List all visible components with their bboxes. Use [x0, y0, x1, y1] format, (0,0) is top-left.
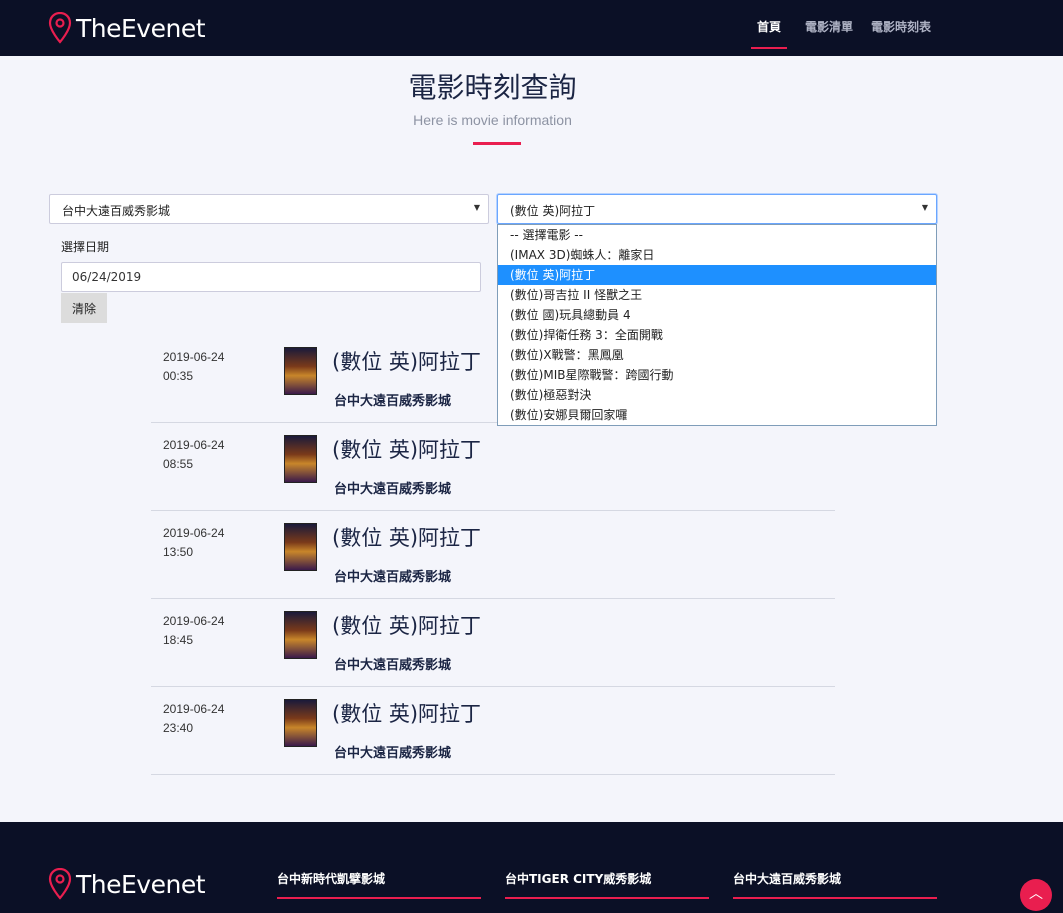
movie-option[interactable]: (IMAX 3D)蜘蛛人：離家日 [498, 245, 936, 265]
movie-option[interactable]: (數位 國)玩具總動員 4 [498, 305, 936, 325]
movie-title[interactable]: (數位 英)阿拉丁 [332, 346, 481, 376]
showtime-datetime: 2019-06-24 08:55 [163, 438, 225, 471]
theater-select-value: 台中大遠百威秀影城 [62, 204, 171, 218]
movie-poster[interactable] [284, 523, 317, 571]
movie-option[interactable]: -- 選擇電影 -- [498, 225, 936, 245]
movie-poster[interactable] [284, 435, 317, 483]
brand-logo[interactable]: TheEvenet [48, 12, 206, 44]
movie-option[interactable]: (數位)安娜貝爾回家囉 [498, 405, 936, 425]
back-to-top-button[interactable]: ︿ [1020, 879, 1052, 911]
date-input[interactable]: 06/24/2019 [61, 262, 481, 292]
showtime-datetime: 2019-06-24 18:45 [163, 614, 225, 647]
movie-option[interactable]: (數位)哥吉拉 II 怪獸之王 [498, 285, 936, 305]
dropdown-arrow-icon: ▼ [921, 203, 928, 212]
movie-option-selected[interactable]: (數位 英)阿拉丁 [498, 265, 936, 285]
footer: TheEvenet 台中新時代凱擘影城 台中TIGER CITY威秀影城 台中大… [0, 822, 1063, 913]
chevron-up-icon: ︿ [1029, 886, 1043, 902]
date-label: 選擇日期 [61, 240, 110, 254]
footer-column-heading: 台中大遠百威秀影城 [733, 870, 937, 899]
movie-poster[interactable] [284, 611, 317, 659]
theater-select[interactable]: 台中大遠百威秀影城 ▼ [49, 194, 489, 224]
showtime-row[interactable]: 2019-06-24 08:55 (數位 英)阿拉丁 台中大遠百威秀影城 [151, 423, 835, 511]
showtime-row[interactable]: 2019-06-24 18:45 (數位 英)阿拉丁 台中大遠百威秀影城 [151, 599, 835, 687]
page-subtitle: Here is movie information [413, 112, 572, 128]
movie-title[interactable]: (數位 英)阿拉丁 [332, 698, 481, 728]
movie-poster[interactable] [284, 347, 317, 395]
showtime-datetime: 2019-06-24 13:50 [163, 526, 225, 559]
showtime-datetime: 2019-06-24 23:40 [163, 702, 225, 735]
location-pin-icon [48, 12, 72, 44]
showtime-row[interactable]: 2019-06-24 13:50 (數位 英)阿拉丁 台中大遠百威秀影城 [151, 511, 835, 599]
movie-option[interactable]: (數位)X戰警：黑鳳凰 [498, 345, 936, 365]
movie-title[interactable]: (數位 英)阿拉丁 [332, 522, 481, 552]
nav-home[interactable]: 首頁 [750, 18, 787, 49]
theater-name: 台中大遠百威秀影城 [334, 570, 452, 585]
theater-name: 台中大遠百威秀影城 [334, 658, 452, 673]
movie-poster[interactable] [284, 699, 317, 747]
theater-name: 台中大遠百威秀影城 [334, 482, 452, 497]
footer-column-heading: 台中TIGER CITY威秀影城 [505, 870, 709, 899]
theater-name: 台中大遠百威秀影城 [334, 394, 452, 409]
footer-logo[interactable]: TheEvenet [48, 868, 206, 900]
movie-option[interactable]: (數位)MIB星際戰警：跨國行動 [498, 365, 936, 385]
movie-select[interactable]: (數位 英)阿拉丁 ▼ [497, 194, 937, 224]
footer-brand-name: TheEvenet [76, 869, 206, 899]
location-pin-icon [48, 868, 72, 900]
main-nav: 首頁 電影清單 電影時刻表 [733, 18, 931, 49]
movie-title[interactable]: (數位 英)阿拉丁 [332, 610, 481, 640]
movie-option[interactable]: (數位)捍衛任務 3：全面開戰 [498, 325, 936, 345]
nav-showtimes[interactable]: 電影時刻表 [871, 18, 931, 43]
clear-button[interactable]: 清除 [61, 293, 107, 323]
movie-title[interactable]: (數位 英)阿拉丁 [332, 434, 481, 464]
movie-option[interactable]: (數位)極惡對決 [498, 385, 936, 405]
brand-name: TheEvenet [76, 13, 206, 43]
movie-dropdown-list: -- 選擇電影 -- (IMAX 3D)蜘蛛人：離家日 (數位 英)阿拉丁 (數… [497, 224, 937, 426]
showtime-row[interactable]: 2019-06-24 23:40 (數位 英)阿拉丁 台中大遠百威秀影城 [151, 687, 835, 775]
nav-movie-list[interactable]: 電影清單 [805, 18, 853, 43]
title-underline [473, 142, 521, 145]
movie-select-value: (數位 英)阿拉丁 [510, 204, 596, 218]
top-navbar: TheEvenet 首頁 電影清單 電影時刻表 [0, 0, 1063, 56]
footer-column-heading: 台中新時代凱擘影城 [277, 870, 481, 899]
showtime-datetime: 2019-06-24 00:35 [163, 350, 225, 383]
page-title: 電影時刻查詢 [408, 71, 577, 104]
dropdown-arrow-icon: ▼ [473, 203, 480, 212]
theater-name: 台中大遠百威秀影城 [334, 746, 452, 761]
